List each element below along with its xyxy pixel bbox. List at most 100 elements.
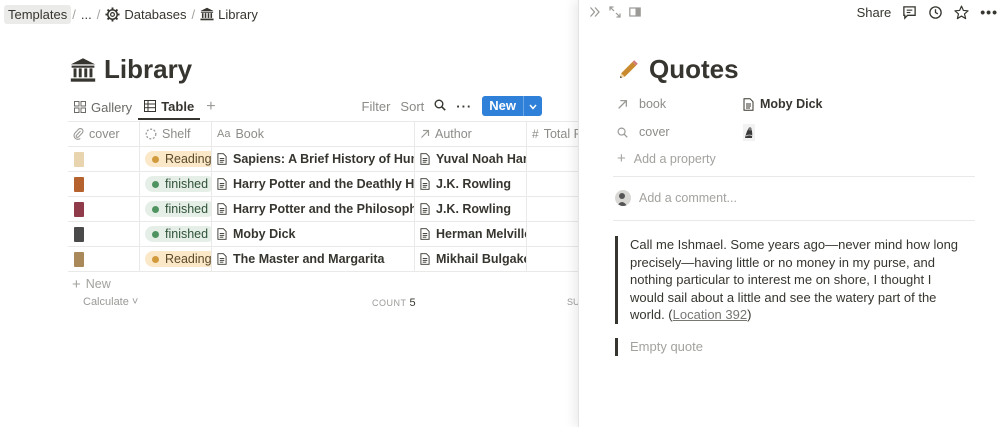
breadcrumb-item-library[interactable]: Library <box>196 5 262 24</box>
table-row[interactable]: finished Harry Potter and the Philosopher… <box>68 197 578 222</box>
filter-button[interactable]: Filter <box>362 99 391 114</box>
new-button-label: New <box>489 98 516 113</box>
breadcrumb-item-templates[interactable]: Templates <box>4 4 72 24</box>
cover-thumbnail <box>74 176 84 192</box>
comment-input[interactable]: Add a comment... <box>615 190 737 206</box>
close-panel-icon[interactable] <box>589 5 601 21</box>
property-value-cover[interactable] <box>743 123 761 141</box>
author-link[interactable]: Yuval Noah Harari <box>420 152 527 166</box>
book-cell[interactable]: The Master and Margarita <box>212 247 415 271</box>
author-link[interactable]: J.K. Rowling <box>420 202 511 216</box>
search-icon[interactable] <box>434 99 447 114</box>
breadcrumb-item-ellipsis[interactable]: ... <box>77 5 96 24</box>
book-cell[interactable]: Harry Potter and the Philosopher's Stone <box>212 197 415 221</box>
author-cell[interactable]: J.K. Rowling <box>415 172 527 196</box>
add-new-row-button[interactable]: + New <box>68 272 578 292</box>
book-cell[interactable]: Harry Potter and the Deathly Hallows <box>212 172 415 196</box>
library-icon <box>70 57 96 83</box>
chevron-down-icon[interactable] <box>523 96 542 116</box>
shelf-cell[interactable]: Reading <box>140 147 212 171</box>
column-label: Author <box>435 127 472 141</box>
history-icon[interactable] <box>928 5 943 20</box>
book-cell[interactable]: Sapiens: A Brief History of Humankind <box>212 147 415 171</box>
paperclip-icon <box>73 128 84 140</box>
total-pages-cell[interactable] <box>527 222 578 246</box>
book-link[interactable]: Harry Potter and the Deathly Hallows <box>217 177 414 191</box>
quote-title-text: Quotes <box>649 54 739 84</box>
quote-block[interactable]: Call me Ishmael. Some years ago—never mi… <box>615 236 965 324</box>
location-link[interactable]: Location 392 <box>673 307 747 322</box>
add-property-button[interactable]: + Add a property <box>617 150 716 167</box>
book-link[interactable]: Harry Potter and the Philosopher's Stone <box>217 202 414 216</box>
book-title: Sapiens: A Brief History of Humankind <box>233 152 414 166</box>
quote-page-title: Quotes <box>617 54 739 85</box>
expand-icon[interactable] <box>609 5 621 21</box>
shelf-cell[interactable]: finished <box>140 172 212 196</box>
total-pages-cell[interactable] <box>527 147 578 171</box>
status-icon <box>145 128 157 140</box>
book-cell[interactable]: Moby Dick <box>212 222 415 246</box>
empty-quote-block[interactable]: Empty quote <box>615 338 965 356</box>
layout-icon[interactable] <box>629 5 641 21</box>
cover-cell[interactable] <box>68 247 140 271</box>
more-options-icon[interactable]: ••• <box>980 4 998 20</box>
table-row[interactable]: finished Moby Dick Herman Melville <box>68 222 578 247</box>
book-link[interactable]: Moby Dick <box>217 227 296 241</box>
column-header-shelf[interactable]: Shelf <box>140 122 212 146</box>
breadcrumb-item-databases[interactable]: Databases <box>101 5 190 24</box>
cover-thumbnail <box>743 123 755 141</box>
tab-gallery[interactable]: Gallery <box>68 95 138 119</box>
plus-icon: + <box>72 275 81 292</box>
total-pages-cell[interactable] <box>527 172 578 196</box>
column-header-total-pages[interactable]: # Total P <box>527 122 578 146</box>
table-row[interactable]: Reading Sapiens: A Brief History of Human… <box>68 147 578 172</box>
sort-button[interactable]: Sort <box>400 99 424 114</box>
column-header-author[interactable]: Author <box>415 122 527 146</box>
cover-thumbnail <box>74 151 84 167</box>
comment-icon[interactable] <box>902 5 917 20</box>
author-cell[interactable]: Mikhail Bulgakov <box>415 247 527 271</box>
shelf-cell[interactable]: finished <box>140 197 212 221</box>
author-cell[interactable]: Yuval Noah Harari <box>415 147 527 171</box>
property-cover[interactable]: cover <box>617 120 977 144</box>
author-name: Mikhail Bulgakov <box>436 252 526 266</box>
total-pages-cell[interactable] <box>527 247 578 271</box>
property-value-book[interactable]: Moby Dick <box>743 97 823 111</box>
library-icon <box>200 7 214 21</box>
author-name: Yuval Noah Harari <box>436 152 527 166</box>
total-pages-cell[interactable] <box>527 197 578 221</box>
status-badge: finished <box>145 176 211 192</box>
author-cell[interactable]: Herman Melville <box>415 222 527 246</box>
count-summary[interactable]: COUNT 5 <box>372 297 416 309</box>
document-icon <box>420 153 430 165</box>
calculate-dropdown[interactable]: Calculate ˅ <box>83 296 138 308</box>
table-row[interactable]: Reading The Master and Margarita Mikhail B… <box>68 247 578 272</box>
tab-table[interactable]: Table <box>138 94 201 120</box>
column-label: Book <box>235 127 264 141</box>
share-button[interactable]: Share <box>857 5 892 20</box>
status-dot <box>152 255 159 263</box>
book-link[interactable]: The Master and Margarita <box>217 252 384 266</box>
cover-cell[interactable] <box>68 147 140 171</box>
more-options-icon[interactable]: ··· <box>456 99 472 114</box>
shelf-cell[interactable]: finished <box>140 222 212 246</box>
cover-cell[interactable] <box>68 222 140 246</box>
column-label: Total P <box>543 127 578 141</box>
add-view-button[interactable]: + <box>200 98 221 116</box>
cover-cell[interactable] <box>68 197 140 221</box>
column-header-book[interactable]: Aa Book <box>212 122 415 146</box>
author-cell[interactable]: J.K. Rowling <box>415 197 527 221</box>
cover-cell[interactable] <box>68 172 140 196</box>
breadcrumb-separator: / <box>72 6 76 22</box>
author-link[interactable]: Mikhail Bulgakov <box>420 252 526 266</box>
property-book[interactable]: book Moby Dick <box>617 92 977 116</box>
shelf-cell[interactable]: Reading <box>140 247 212 271</box>
column-header-cover[interactable]: cover <box>68 122 140 146</box>
star-icon[interactable] <box>954 5 969 20</box>
author-link[interactable]: J.K. Rowling <box>420 177 511 191</box>
new-button[interactable]: New <box>482 96 542 116</box>
table-row[interactable]: finished Harry Potter and the Deathly Hal… <box>68 172 578 197</box>
document-icon <box>743 97 754 111</box>
author-link[interactable]: Herman Melville <box>420 227 526 241</box>
book-link[interactable]: Sapiens: A Brief History of Humankind <box>217 152 414 166</box>
